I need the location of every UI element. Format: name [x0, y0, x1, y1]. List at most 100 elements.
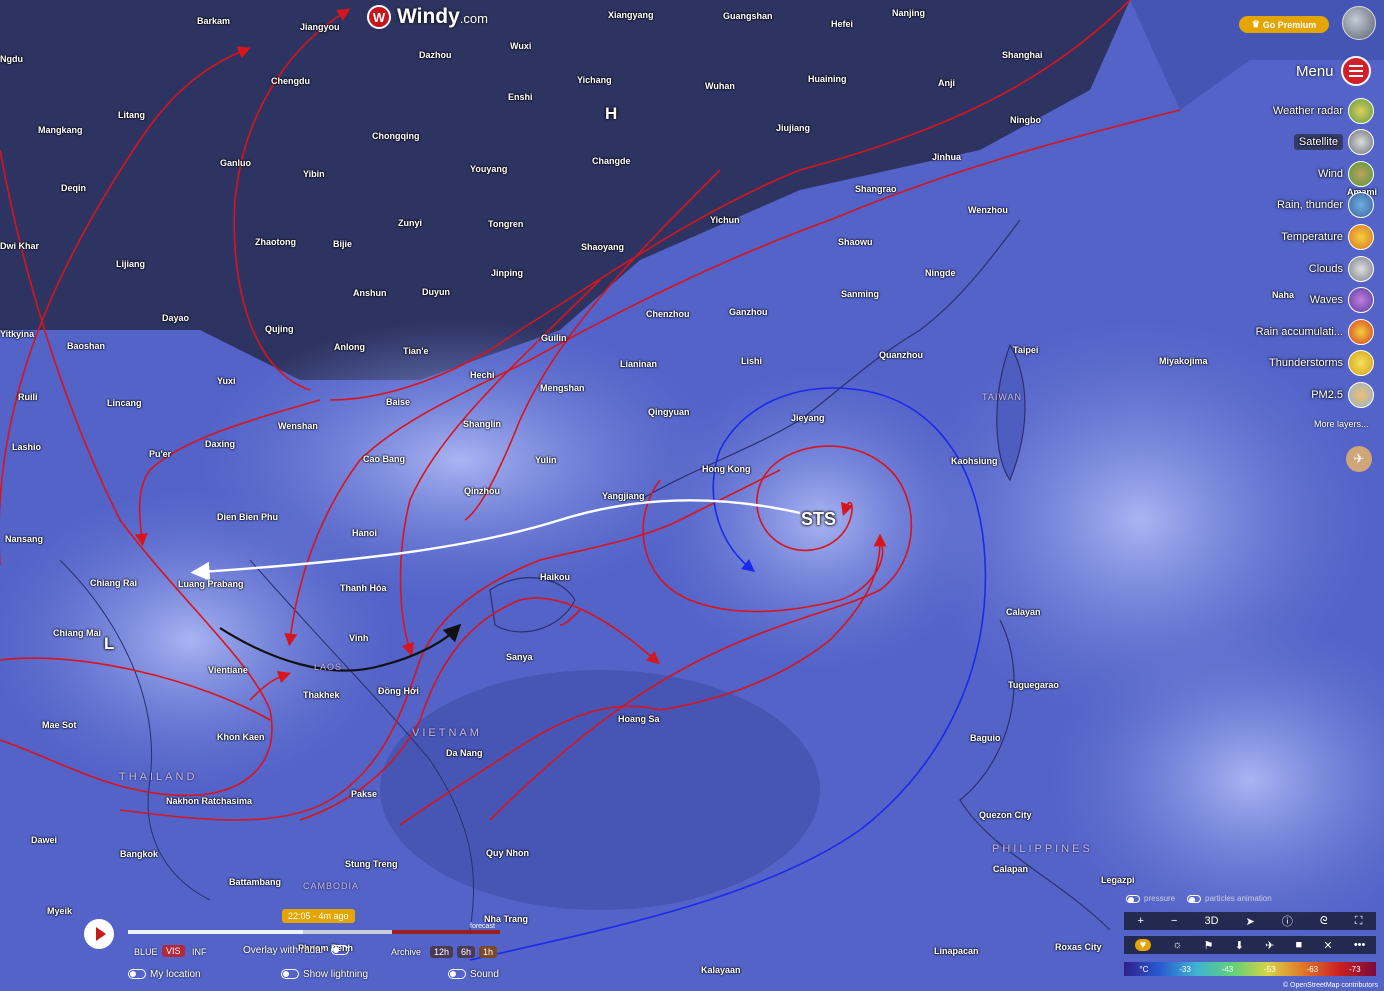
city-label: Naha: [1272, 290, 1295, 300]
city-label: Shaowu: [838, 237, 873, 247]
menu-label: Menu: [1296, 62, 1334, 80]
high-pressure-label: H: [605, 104, 618, 123]
layer-wind[interactable]: Wind: [1318, 161, 1374, 187]
hurricane-icon[interactable]: ᘓ: [1320, 915, 1328, 928]
storm-label: STS: [801, 509, 837, 529]
color-legend[interactable]: °C -33 -43 -53 -63 -73: [1124, 962, 1376, 976]
city-label: Wenzhou: [968, 205, 1008, 215]
locate-icon[interactable]: ➤: [1246, 915, 1255, 928]
country-label: PHILIPPINES: [992, 843, 1093, 855]
band-inf[interactable]: INF: [192, 947, 207, 957]
wind-icon: [1348, 161, 1374, 187]
city-label: Enshi: [508, 92, 533, 102]
avatar[interactable]: [1342, 6, 1376, 40]
city-label: Battambang: [229, 877, 282, 887]
city-label: Yichun: [710, 215, 740, 225]
sound-toggle[interactable]: Sound: [448, 969, 499, 980]
timeline-track[interactable]: [128, 930, 500, 934]
fullscreen-icon[interactable]: ⛶: [1355, 915, 1363, 928]
city-label: Stung Treng: [345, 859, 398, 869]
city-label: Lijiang: [116, 259, 145, 269]
menu-button[interactable]: Menu: [1296, 56, 1371, 86]
play-button[interactable]: [84, 919, 114, 949]
windy-logo-icon: W: [367, 5, 391, 29]
city-label: Ningde: [925, 268, 956, 278]
pressure-toggle[interactable]: pressure: [1126, 894, 1175, 903]
clouds-icon: [1348, 256, 1374, 282]
favorite-icon[interactable]: ♥: [1134, 939, 1152, 951]
overlay-radar-toggle[interactable]: Overlay with radar: [243, 945, 353, 956]
layer-satellite[interactable]: Satellite: [1293, 129, 1374, 155]
airplane-icon[interactable]: ✈: [1346, 446, 1372, 472]
satellite-map[interactable]: [0, 0, 1384, 991]
city-label: Xiangyang: [608, 10, 654, 20]
attribution[interactable]: © OpenStreetMap contributors: [1283, 982, 1378, 989]
legend-unit: °C: [1139, 964, 1149, 974]
flag-icon[interactable]: ⚑: [1204, 939, 1214, 952]
pin-icon[interactable]: ⬇: [1235, 939, 1244, 952]
city-label: Dazhou: [419, 50, 452, 60]
city-label: Duyun: [422, 287, 450, 297]
low-pressure-label: L: [104, 634, 115, 653]
city-label: Chiang Mai: [53, 628, 102, 638]
particles-toggle[interactable]: particles animation: [1187, 894, 1272, 903]
3d-button[interactable]: 3D: [1204, 915, 1218, 927]
zoom-out-button[interactable]: −: [1171, 915, 1177, 927]
band-blue[interactable]: BLUE: [134, 947, 158, 957]
archive-6h[interactable]: 6h: [457, 946, 476, 958]
city-label: Wuhan: [705, 81, 735, 91]
layer-label: Thunderstorms: [1269, 357, 1343, 369]
layer-rain-thunder[interactable]: Rain, thunder: [1277, 192, 1374, 218]
more-layers-link[interactable]: More layers...: [1314, 419, 1369, 429]
city-label: Mengshan: [540, 383, 585, 393]
city-label: Lianinan: [620, 359, 658, 369]
my-location-label: My location: [150, 969, 201, 980]
city-label: Lashio: [12, 442, 42, 452]
close-icon[interactable]: ✕: [1323, 939, 1332, 952]
city-label: Quanzhou: [879, 350, 923, 360]
layer-temperature[interactable]: Temperature: [1281, 224, 1374, 250]
info-icon[interactable]: ⓘ: [1282, 913, 1293, 929]
layer-pm25[interactable]: PM2.5: [1311, 382, 1374, 408]
windy-logo[interactable]: W Windy.com: [367, 5, 488, 29]
city-label: Da Nang: [446, 748, 483, 758]
rain-accum-icon: [1348, 319, 1374, 345]
city-label: Ruili: [18, 392, 38, 402]
city-label: Mae Sot: [42, 720, 77, 730]
layer-rain-accumulation[interactable]: Rain accumulati...: [1256, 319, 1374, 345]
city-label: Yichang: [577, 75, 612, 85]
my-location-toggle[interactable]: My location: [128, 969, 201, 980]
layer-label: Satellite: [1293, 134, 1343, 150]
layer-waves[interactable]: Waves: [1310, 287, 1374, 313]
city-label: Anji: [938, 78, 955, 88]
camera-icon[interactable]: ■: [1296, 939, 1303, 951]
city-label: Deqin: [61, 183, 87, 193]
satellite-icon: [1348, 129, 1374, 155]
city-label: Hong Kong: [702, 464, 751, 474]
toggle-icon: [128, 969, 146, 980]
layer-clouds[interactable]: Clouds: [1309, 256, 1374, 282]
zoom-in-button[interactable]: +: [1138, 915, 1144, 927]
city-label: Daxing: [205, 439, 236, 449]
more-icon[interactable]: •••: [1354, 939, 1366, 951]
layer-thunderstorms[interactable]: Thunderstorms: [1269, 350, 1374, 376]
airport-icon[interactable]: ✈: [1265, 939, 1274, 952]
city-label: Hoang Sa: [618, 714, 660, 724]
layer-weather-radar[interactable]: Weather radar: [1273, 98, 1374, 124]
archive-1h[interactable]: 1h: [479, 946, 498, 958]
band-vis[interactable]: VIS: [162, 945, 185, 957]
logo-text: Windy.com: [397, 5, 488, 28]
city-label: Miyakojima: [1159, 356, 1208, 366]
archive-12h[interactable]: 12h: [430, 946, 454, 958]
city-label: Quezon City: [979, 810, 1032, 820]
city-label: Baoshan: [67, 341, 106, 351]
show-lightning-toggle[interactable]: Show lightning: [281, 969, 368, 980]
country-label: LAOS: [314, 662, 343, 672]
city-label: Chongqing: [372, 131, 420, 141]
map-toolbar: + − 3D ➤ ⓘ ᘓ ⛶: [1124, 912, 1376, 930]
city-label: Khon Kaen: [217, 732, 265, 742]
go-premium-button[interactable]: ♛ Go Premium: [1239, 16, 1329, 33]
pressure-label: pressure: [1144, 894, 1176, 903]
weather-icon[interactable]: ☼: [1172, 939, 1182, 951]
city-label: Dwi Khar: [0, 241, 40, 251]
